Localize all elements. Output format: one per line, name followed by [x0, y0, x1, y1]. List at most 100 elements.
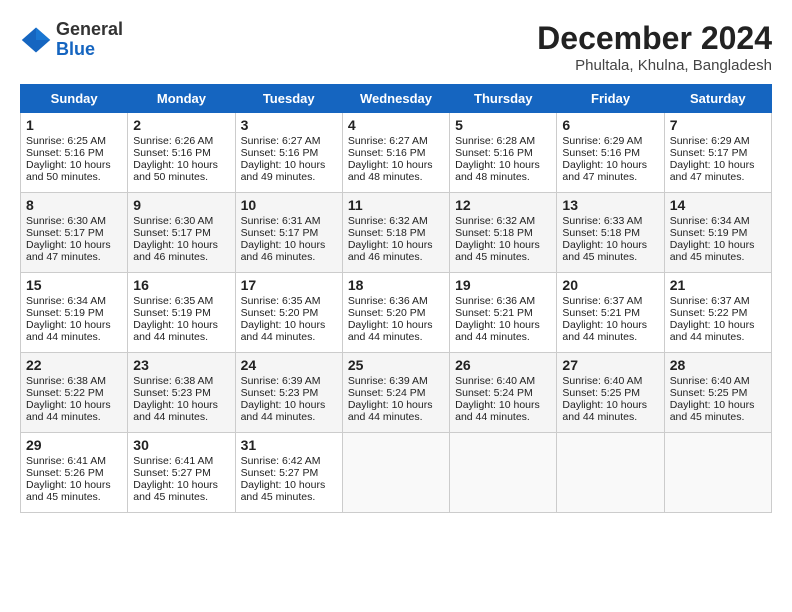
calendar-cell: 23 Sunrise: 6:38 AM Sunset: 5:23 PM Dayl…	[128, 353, 235, 433]
calendar-cell: 8 Sunrise: 6:30 AM Sunset: 5:17 PM Dayli…	[21, 193, 128, 273]
day-number: 24	[241, 357, 337, 373]
logo-icon	[20, 24, 52, 56]
day-number: 4	[348, 117, 444, 133]
sunset-label: Sunset: 5:16 PM	[133, 147, 211, 159]
calendar-cell: 13 Sunrise: 6:33 AM Sunset: 5:18 PM Dayl…	[557, 193, 664, 273]
sunset-label: Sunset: 5:19 PM	[26, 307, 104, 319]
col-wednesday: Wednesday	[342, 85, 449, 113]
day-number: 21	[670, 277, 766, 293]
calendar-cell: 29 Sunrise: 6:41 AM Sunset: 5:26 PM Dayl…	[21, 433, 128, 513]
day-number: 14	[670, 197, 766, 213]
day-number: 26	[455, 357, 551, 373]
sunrise-label: Sunrise: 6:27 AM	[241, 135, 321, 147]
calendar-cell: 24 Sunrise: 6:39 AM Sunset: 5:23 PM Dayl…	[235, 353, 342, 433]
calendar-row: 22 Sunrise: 6:38 AM Sunset: 5:22 PM Dayl…	[21, 353, 772, 433]
daylight-label: Daylight: 10 hours and 44 minutes.	[26, 399, 111, 423]
sunset-label: Sunset: 5:17 PM	[133, 227, 211, 239]
daylight-label: Daylight: 10 hours and 45 minutes.	[670, 399, 755, 423]
location: Phultala, Khulna, Bangladesh	[537, 57, 772, 74]
sunrise-label: Sunrise: 6:31 AM	[241, 215, 321, 227]
sunrise-label: Sunrise: 6:37 AM	[562, 295, 642, 307]
day-number: 3	[241, 117, 337, 133]
calendar-cell: 22 Sunrise: 6:38 AM Sunset: 5:22 PM Dayl…	[21, 353, 128, 433]
day-number: 2	[133, 117, 229, 133]
calendar-cell: 30 Sunrise: 6:41 AM Sunset: 5:27 PM Dayl…	[128, 433, 235, 513]
calendar-cell: 31 Sunrise: 6:42 AM Sunset: 5:27 PM Dayl…	[235, 433, 342, 513]
daylight-label: Daylight: 10 hours and 44 minutes.	[133, 319, 218, 343]
calendar-cell: 12 Sunrise: 6:32 AM Sunset: 5:18 PM Dayl…	[450, 193, 557, 273]
sunset-label: Sunset: 5:18 PM	[348, 227, 426, 239]
calendar-row: 15 Sunrise: 6:34 AM Sunset: 5:19 PM Dayl…	[21, 273, 772, 353]
calendar-cell: 11 Sunrise: 6:32 AM Sunset: 5:18 PM Dayl…	[342, 193, 449, 273]
calendar-cell: 5 Sunrise: 6:28 AM Sunset: 5:16 PM Dayli…	[450, 113, 557, 193]
col-thursday: Thursday	[450, 85, 557, 113]
day-number: 29	[26, 437, 122, 453]
calendar-cell: 17 Sunrise: 6:35 AM Sunset: 5:20 PM Dayl…	[235, 273, 342, 353]
day-number: 27	[562, 357, 658, 373]
calendar-header: Sunday Monday Tuesday Wednesday Thursday…	[21, 85, 772, 113]
calendar-row: 1 Sunrise: 6:25 AM Sunset: 5:16 PM Dayli…	[21, 113, 772, 193]
sunrise-label: Sunrise: 6:29 AM	[562, 135, 642, 147]
day-number: 17	[241, 277, 337, 293]
daylight-label: Daylight: 10 hours and 44 minutes.	[348, 399, 433, 423]
day-number: 11	[348, 197, 444, 213]
sunrise-label: Sunrise: 6:41 AM	[133, 455, 213, 467]
sunset-label: Sunset: 5:18 PM	[562, 227, 640, 239]
sunset-label: Sunset: 5:16 PM	[26, 147, 104, 159]
calendar-cell: 6 Sunrise: 6:29 AM Sunset: 5:16 PM Dayli…	[557, 113, 664, 193]
daylight-label: Daylight: 10 hours and 45 minutes.	[241, 479, 326, 503]
daylight-label: Daylight: 10 hours and 49 minutes.	[241, 159, 326, 183]
day-number: 12	[455, 197, 551, 213]
sunset-label: Sunset: 5:18 PM	[455, 227, 533, 239]
sunrise-label: Sunrise: 6:32 AM	[348, 215, 428, 227]
day-number: 1	[26, 117, 122, 133]
title-block: December 2024 Phultala, Khulna, Banglade…	[537, 20, 772, 74]
daylight-label: Daylight: 10 hours and 48 minutes.	[348, 159, 433, 183]
sunrise-label: Sunrise: 6:27 AM	[348, 135, 428, 147]
daylight-label: Daylight: 10 hours and 44 minutes.	[562, 399, 647, 423]
day-number: 6	[562, 117, 658, 133]
sunset-label: Sunset: 5:23 PM	[133, 387, 211, 399]
calendar-cell: 2 Sunrise: 6:26 AM Sunset: 5:16 PM Dayli…	[128, 113, 235, 193]
sunset-label: Sunset: 5:24 PM	[455, 387, 533, 399]
sunset-label: Sunset: 5:25 PM	[562, 387, 640, 399]
daylight-label: Daylight: 10 hours and 47 minutes.	[26, 239, 111, 263]
calendar-cell: 18 Sunrise: 6:36 AM Sunset: 5:20 PM Dayl…	[342, 273, 449, 353]
calendar-cell: 1 Sunrise: 6:25 AM Sunset: 5:16 PM Dayli…	[21, 113, 128, 193]
sunrise-label: Sunrise: 6:42 AM	[241, 455, 321, 467]
day-number: 30	[133, 437, 229, 453]
sunrise-label: Sunrise: 6:38 AM	[26, 375, 106, 387]
day-number: 5	[455, 117, 551, 133]
day-number: 25	[348, 357, 444, 373]
daylight-label: Daylight: 10 hours and 46 minutes.	[241, 239, 326, 263]
sunrise-label: Sunrise: 6:30 AM	[133, 215, 213, 227]
sunset-label: Sunset: 5:19 PM	[670, 227, 748, 239]
sunrise-label: Sunrise: 6:34 AM	[670, 215, 750, 227]
sunset-label: Sunset: 5:17 PM	[26, 227, 104, 239]
daylight-label: Daylight: 10 hours and 50 minutes.	[133, 159, 218, 183]
daylight-label: Daylight: 10 hours and 44 minutes.	[133, 399, 218, 423]
sunrise-label: Sunrise: 6:39 AM	[241, 375, 321, 387]
sunset-label: Sunset: 5:27 PM	[133, 467, 211, 479]
sunset-label: Sunset: 5:21 PM	[562, 307, 640, 319]
sunrise-label: Sunrise: 6:33 AM	[562, 215, 642, 227]
sunset-label: Sunset: 5:25 PM	[670, 387, 748, 399]
daylight-label: Daylight: 10 hours and 45 minutes.	[670, 239, 755, 263]
day-number: 23	[133, 357, 229, 373]
sunrise-label: Sunrise: 6:25 AM	[26, 135, 106, 147]
sunrise-label: Sunrise: 6:40 AM	[562, 375, 642, 387]
sunset-label: Sunset: 5:20 PM	[348, 307, 426, 319]
day-number: 31	[241, 437, 337, 453]
sunrise-label: Sunrise: 6:29 AM	[670, 135, 750, 147]
calendar-body: 1 Sunrise: 6:25 AM Sunset: 5:16 PM Dayli…	[21, 113, 772, 513]
month-year: December 2024	[537, 20, 772, 57]
sunrise-label: Sunrise: 6:38 AM	[133, 375, 213, 387]
sunset-label: Sunset: 5:19 PM	[133, 307, 211, 319]
sunrise-label: Sunrise: 6:35 AM	[241, 295, 321, 307]
day-number: 7	[670, 117, 766, 133]
calendar-row: 29 Sunrise: 6:41 AM Sunset: 5:26 PM Dayl…	[21, 433, 772, 513]
daylight-label: Daylight: 10 hours and 44 minutes.	[241, 399, 326, 423]
daylight-label: Daylight: 10 hours and 44 minutes.	[455, 319, 540, 343]
sunrise-label: Sunrise: 6:28 AM	[455, 135, 535, 147]
daylight-label: Daylight: 10 hours and 47 minutes.	[670, 159, 755, 183]
